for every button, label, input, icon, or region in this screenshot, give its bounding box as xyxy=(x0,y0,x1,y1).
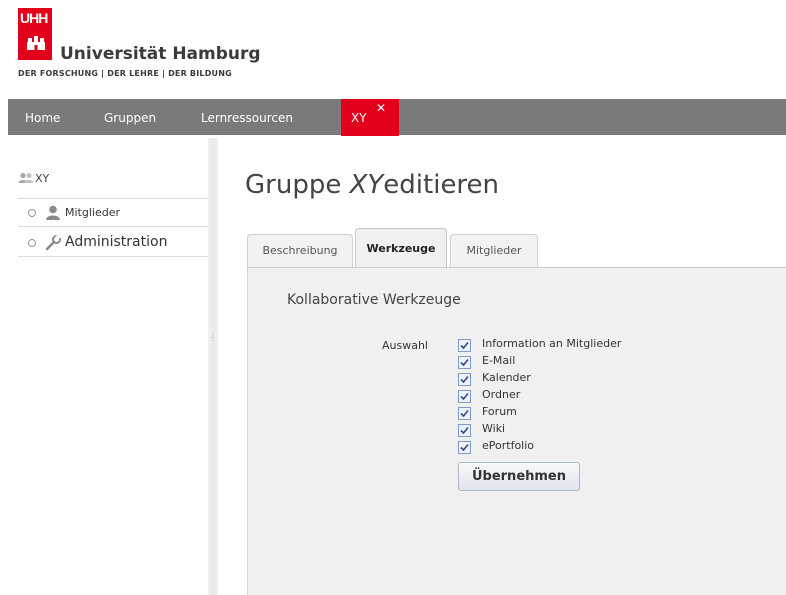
castle-icon xyxy=(27,36,45,50)
checkmark-icon xyxy=(460,426,469,435)
checkmark-icon xyxy=(460,341,469,350)
user-icon xyxy=(46,205,60,220)
checkmark-icon xyxy=(460,358,469,367)
tab-mitglieder[interactable]: Mitglieder xyxy=(450,234,538,267)
checkmark-icon xyxy=(460,443,469,452)
sidebar-splitter[interactable]: ⋮ xyxy=(208,138,218,595)
tool-label: Information an Mitglieder xyxy=(482,337,622,350)
sidebar-item-label: Mitglieder xyxy=(65,206,120,219)
checkmark-icon xyxy=(460,375,469,384)
tools-panel: Kollaborative Werkzeuge Auswahl Informat… xyxy=(247,268,786,595)
sidebar-item-mitglieder[interactable]: Mitglieder xyxy=(18,200,208,227)
tab-bar: Beschreibung Werkzeuge Mitglieder xyxy=(247,228,786,269)
tool-label: ePortfolio xyxy=(482,439,535,452)
nav-lernressourcen[interactable]: Lernressourcen xyxy=(201,99,293,135)
university-tagline: DER FORSCHUNG | DER LEHRE | DER BILDUNG xyxy=(18,69,232,78)
logo-short-text: UHH xyxy=(20,10,48,26)
tab-beschreibung[interactable]: Beschreibung xyxy=(247,234,353,267)
logo-mark: UHH xyxy=(18,8,52,60)
page-title-group: XY xyxy=(349,170,384,200)
checkmark-icon xyxy=(460,392,469,401)
tool-label: Wiki xyxy=(482,422,506,435)
page-title: Gruppe XYeditieren xyxy=(245,170,499,200)
university-name: Universität Hamburg xyxy=(60,44,261,64)
nav-tab-xy[interactable]: XY ✕ xyxy=(341,99,399,136)
sidebar-item-label: Administration xyxy=(65,234,168,250)
checkmark-icon xyxy=(460,409,469,418)
section-title: Kollaborative Werkzeuge xyxy=(287,292,461,308)
nav-tab-xy-label: XY xyxy=(351,111,367,125)
splitter-grip-icon: ⋮ xyxy=(209,333,217,342)
page-title-suffix: editieren xyxy=(383,170,500,200)
bullet-icon xyxy=(28,239,36,247)
bullet-icon xyxy=(28,209,36,217)
checkbox-wiki[interactable] xyxy=(458,424,471,437)
close-icon[interactable]: ✕ xyxy=(376,102,386,114)
group-icon xyxy=(18,172,34,183)
selection-label: Auswahl xyxy=(382,339,428,352)
tool-label: Forum xyxy=(482,405,517,418)
tool-label: Ordner xyxy=(482,388,521,401)
sidebar-item-administration[interactable]: Administration xyxy=(18,230,208,257)
page-title-prefix: Gruppe xyxy=(245,170,350,200)
checkbox-ordner[interactable] xyxy=(458,390,471,403)
sidebar-group-header[interactable]: XY xyxy=(18,160,208,199)
checkbox-email[interactable] xyxy=(458,356,471,369)
tool-label: Kalender xyxy=(482,371,531,384)
nav-home[interactable]: Home xyxy=(25,99,60,135)
tool-label: E-Mail xyxy=(482,354,516,367)
sidebar-group-label: XY xyxy=(35,172,50,185)
main-navigation: Home Gruppen Lernressourcen XY ✕ xyxy=(8,99,786,136)
checkbox-eportfolio[interactable] xyxy=(458,441,471,454)
checkbox-forum[interactable] xyxy=(458,407,471,420)
apply-button[interactable]: Übernehmen xyxy=(458,462,580,491)
wrench-icon xyxy=(45,235,61,251)
checkbox-information[interactable] xyxy=(458,339,471,352)
nav-gruppen[interactable]: Gruppen xyxy=(104,99,156,135)
checkbox-kalender[interactable] xyxy=(458,373,471,386)
tab-werkzeuge[interactable]: Werkzeuge xyxy=(355,228,447,269)
